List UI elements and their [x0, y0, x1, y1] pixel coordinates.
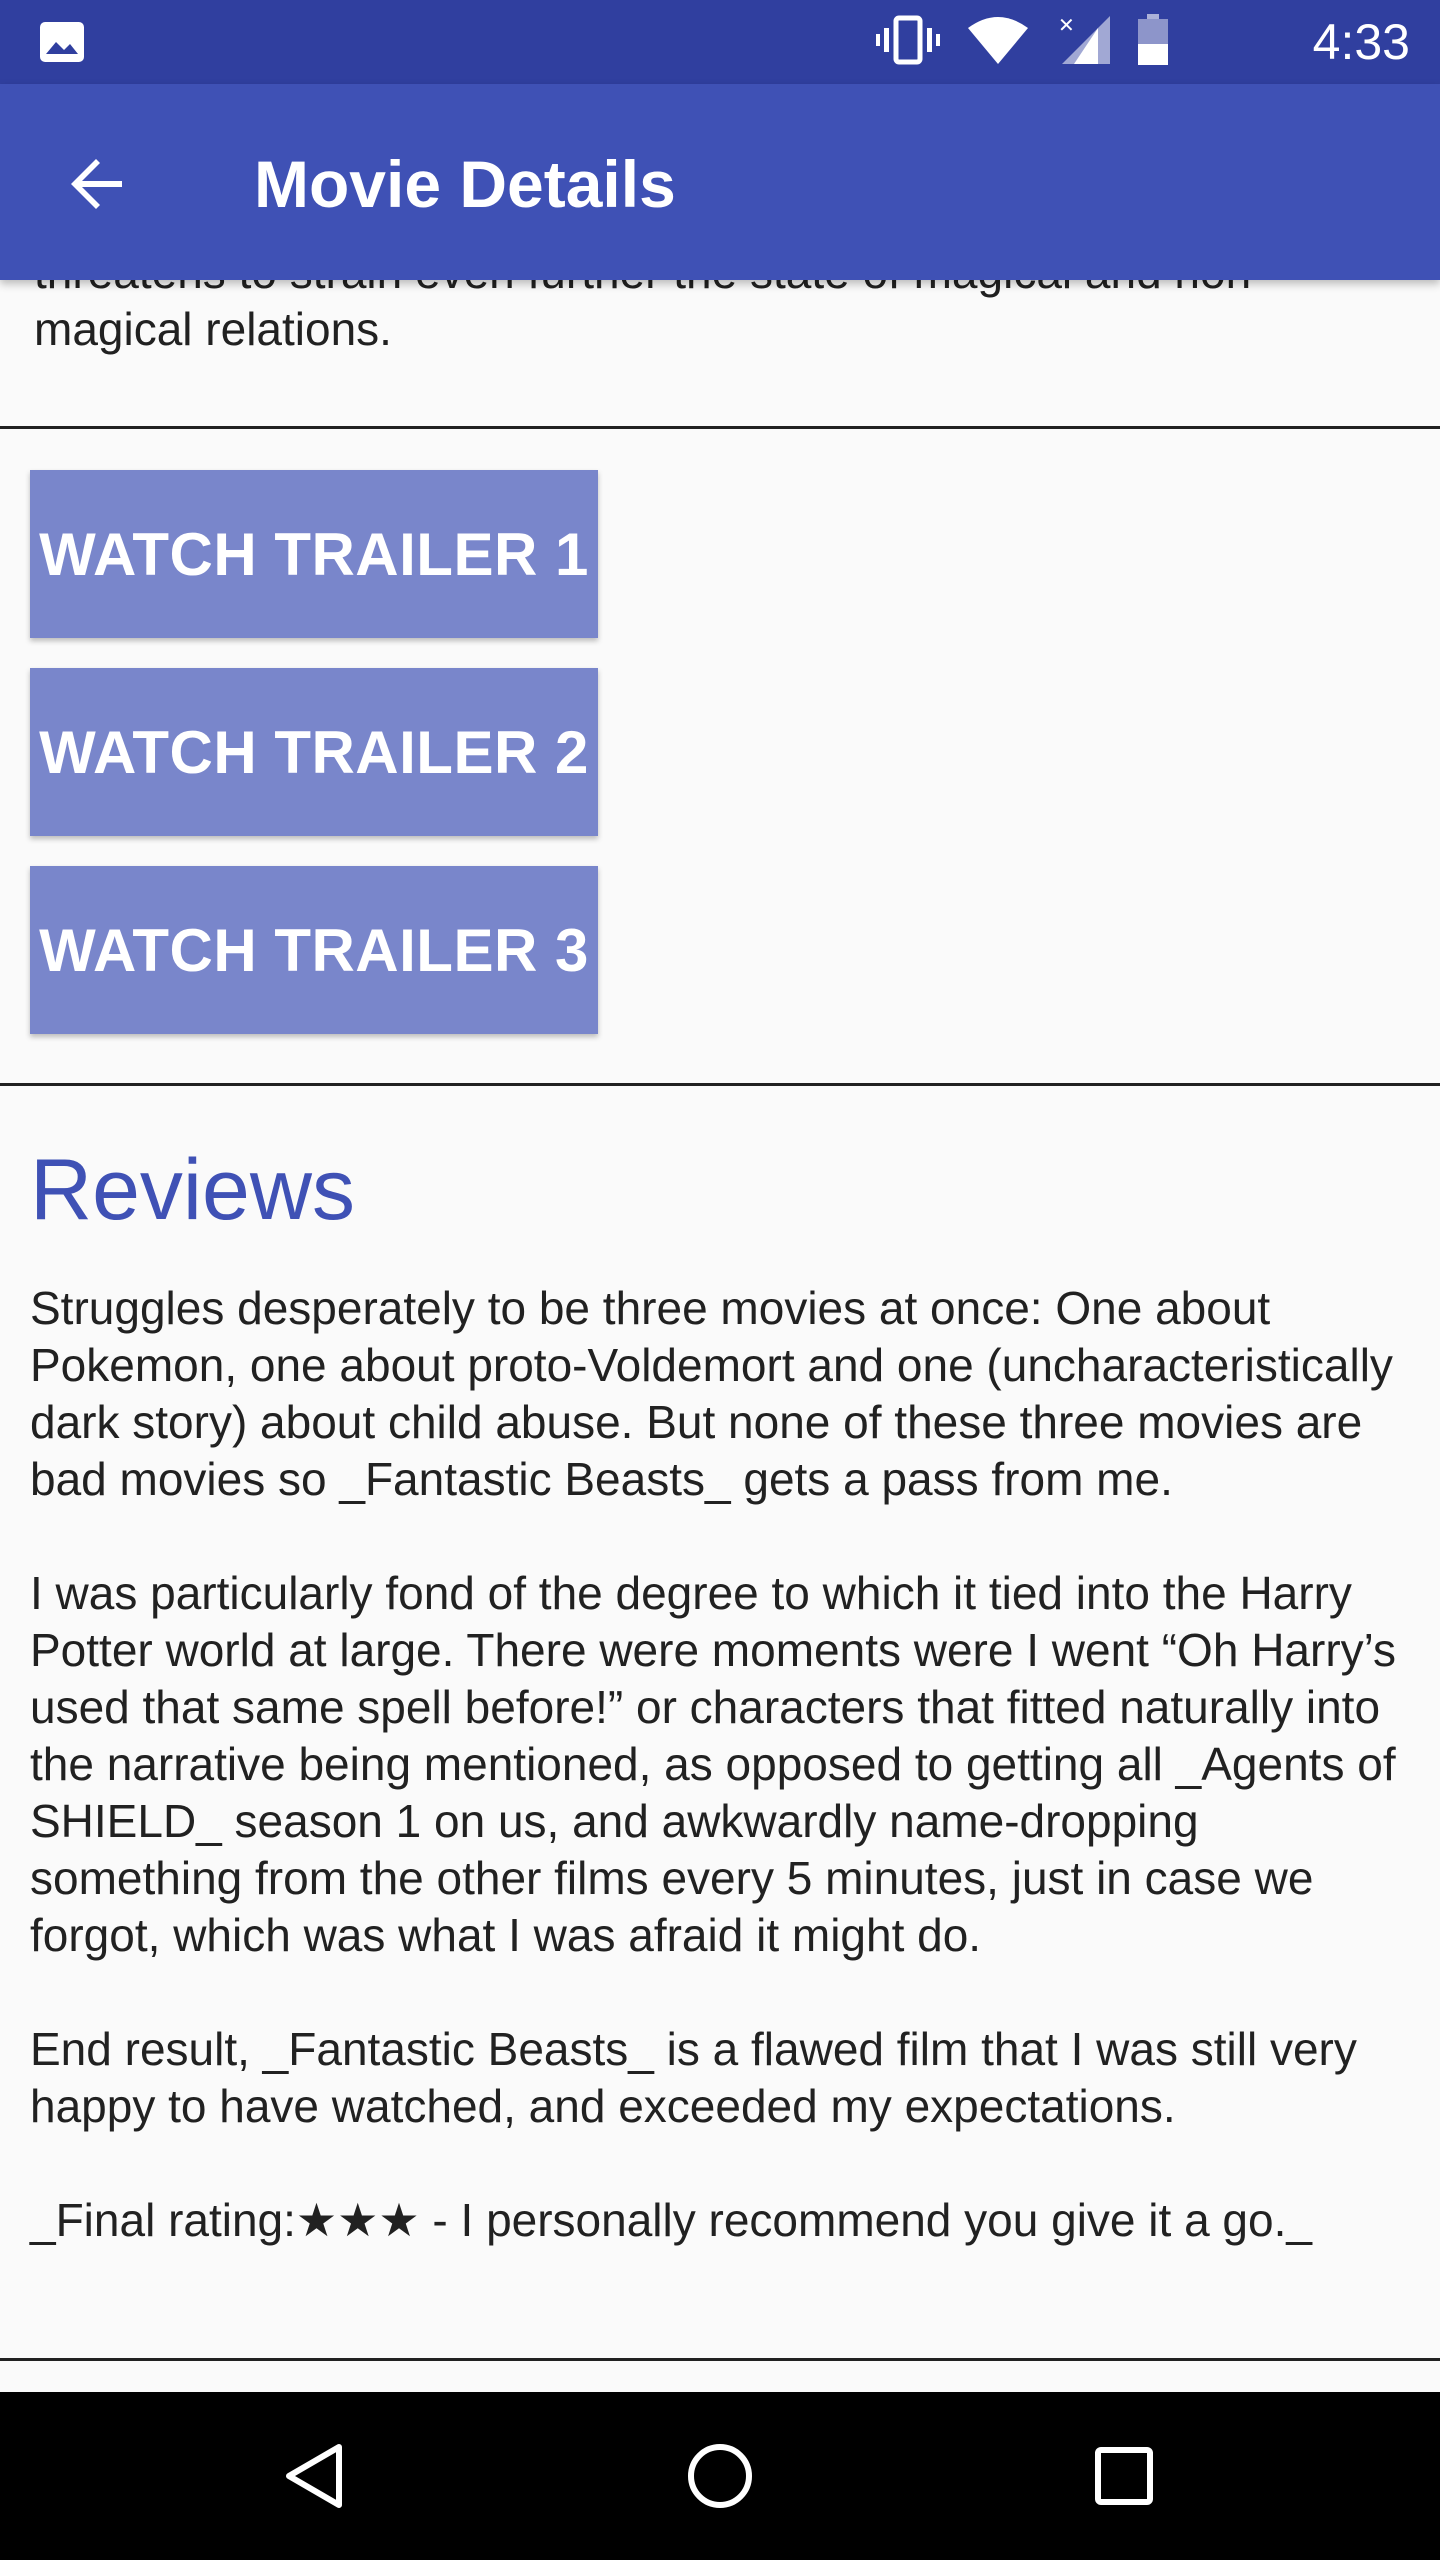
review-body: Struggles desperately to be three movies…	[30, 1280, 1420, 2249]
watch-trailer-1-button[interactable]: WATCH TRAILER 1	[30, 470, 598, 638]
watch-trailer-3-button[interactable]: WATCH TRAILER 3	[30, 866, 598, 1034]
svg-text:✕: ✕	[1058, 15, 1075, 37]
review-paragraph: I was particularly fond of the degree to…	[30, 1567, 1397, 1961]
navigation-bar	[0, 2392, 1440, 2560]
overview-last-line: magical relations.	[34, 303, 392, 355]
screen: ✕ 4:33 threatens to strain even further …	[0, 0, 1440, 2560]
recents-square-icon	[1095, 2447, 1153, 2505]
status-clock: 4:33	[1312, 14, 1410, 70]
arrow-back-icon	[71, 159, 122, 209]
page-title: Movie Details	[254, 147, 676, 221]
nav-recents-button[interactable]	[1074, 2426, 1174, 2526]
review-paragraph: End result, _Fantastic Beasts_ is a flaw…	[30, 2023, 1357, 2132]
section-divider	[0, 2358, 1440, 2361]
review-paragraph: Struggles desperately to be three movies…	[30, 1282, 1393, 1505]
vibrate-icon	[876, 14, 940, 71]
back-triangle-icon	[286, 2444, 342, 2508]
wifi-icon	[966, 14, 1030, 71]
reviews-heading: Reviews	[30, 1142, 355, 1238]
section-divider	[0, 426, 1440, 429]
status-icons: ✕	[876, 13, 1170, 71]
image-notification-icon	[38, 20, 86, 64]
status-bar: ✕ 4:33	[0, 0, 1440, 84]
signal-icon: ✕	[1056, 14, 1110, 71]
nav-home-button[interactable]	[670, 2426, 770, 2526]
back-button[interactable]	[56, 142, 140, 226]
nav-back-button[interactable]	[266, 2426, 366, 2526]
review-paragraph: _Final rating:★★★ - I personally recomme…	[30, 2194, 1312, 2246]
watch-trailer-2-button[interactable]: WATCH TRAILER 2	[30, 668, 598, 836]
battery-icon	[1136, 13, 1170, 71]
home-circle-icon	[688, 2444, 752, 2508]
section-divider	[0, 1083, 1440, 1086]
app-bar: Movie Details	[0, 84, 1440, 280]
